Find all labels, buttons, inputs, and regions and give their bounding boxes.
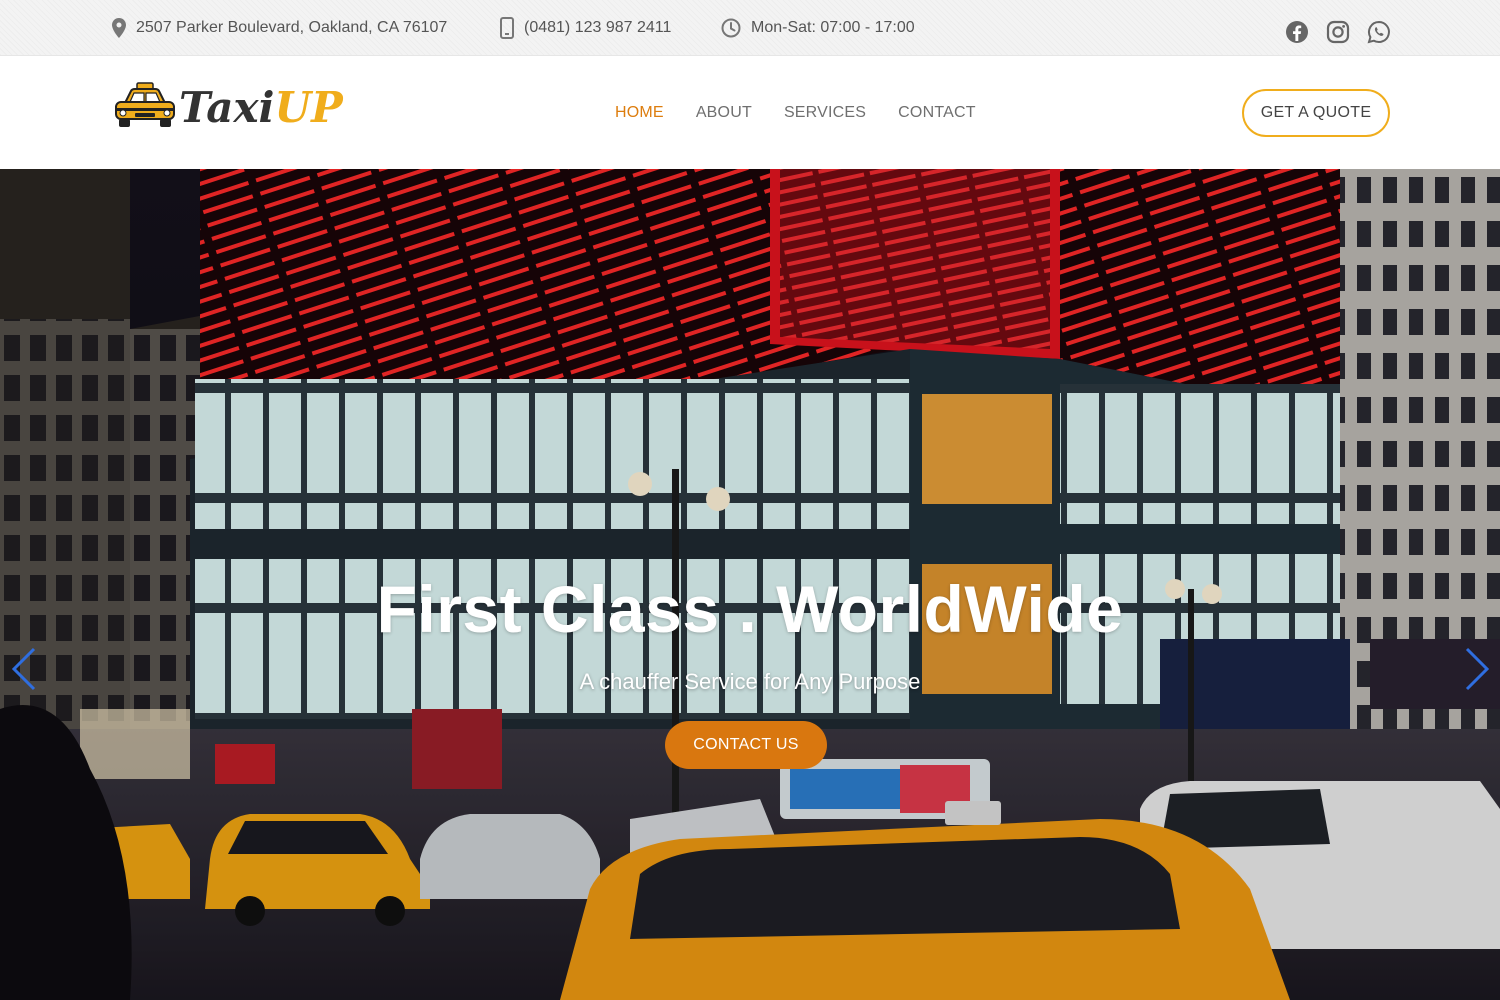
- social-links: [1285, 20, 1391, 44]
- site-header: TaxiUP HOME ABOUT SERVICES CONTACT GET A…: [0, 56, 1500, 169]
- main-nav: HOME ABOUT SERVICES CONTACT: [615, 104, 976, 122]
- facebook-icon[interactable]: [1285, 20, 1309, 44]
- logo-text-up: UP: [274, 83, 343, 132]
- hours-info: Mon-Sat: 07:00 - 17:00: [721, 16, 915, 40]
- get-quote-button[interactable]: GET A QUOTE: [1242, 89, 1390, 137]
- contact-us-button[interactable]: CONTACT US: [665, 721, 827, 769]
- nav-home[interactable]: HOME: [615, 104, 664, 122]
- location-pin-icon: [112, 18, 126, 38]
- nav-about[interactable]: ABOUT: [696, 104, 752, 122]
- address-info: 2507 Parker Boulevard, Oakland, CA 76107: [112, 16, 447, 40]
- chevron-right-icon: [1465, 647, 1490, 691]
- address-text: 2507 Parker Boulevard, Oakland, CA 76107: [136, 19, 448, 36]
- top-info-bar: 2507 Parker Boulevard, Oakland, CA 76107…: [0, 0, 1500, 56]
- chevron-left-icon: [11, 647, 36, 691]
- logo-text: TaxiUP: [179, 87, 343, 129]
- nav-contact[interactable]: CONTACT: [898, 104, 976, 122]
- whatsapp-icon[interactable]: [1367, 20, 1391, 44]
- carousel-next-button[interactable]: [1463, 645, 1493, 693]
- carousel-prev-button[interactable]: [8, 645, 38, 693]
- brand-logo[interactable]: TaxiUP: [113, 81, 343, 135]
- logo-text-taxi: Taxi: [179, 83, 275, 132]
- instagram-icon[interactable]: [1326, 20, 1350, 44]
- clock-icon: [721, 18, 741, 38]
- hero-title: First Class . WorldWide: [376, 572, 1124, 646]
- mobile-phone-icon: [500, 17, 514, 39]
- hours-text: Mon-Sat: 07:00 - 17:00: [751, 19, 915, 36]
- hero-subtitle: A chauffer Service for Any Purpose: [579, 669, 921, 694]
- nav-services[interactable]: SERVICES: [784, 104, 866, 122]
- phone-info: (0481) 123 987 2411: [500, 16, 671, 40]
- hero-carousel: First Class . WorldWide A chauffer Servi…: [0, 169, 1500, 1000]
- phone-text[interactable]: (0481) 123 987 2411: [524, 19, 671, 37]
- taxi-car-icon: [113, 81, 177, 136]
